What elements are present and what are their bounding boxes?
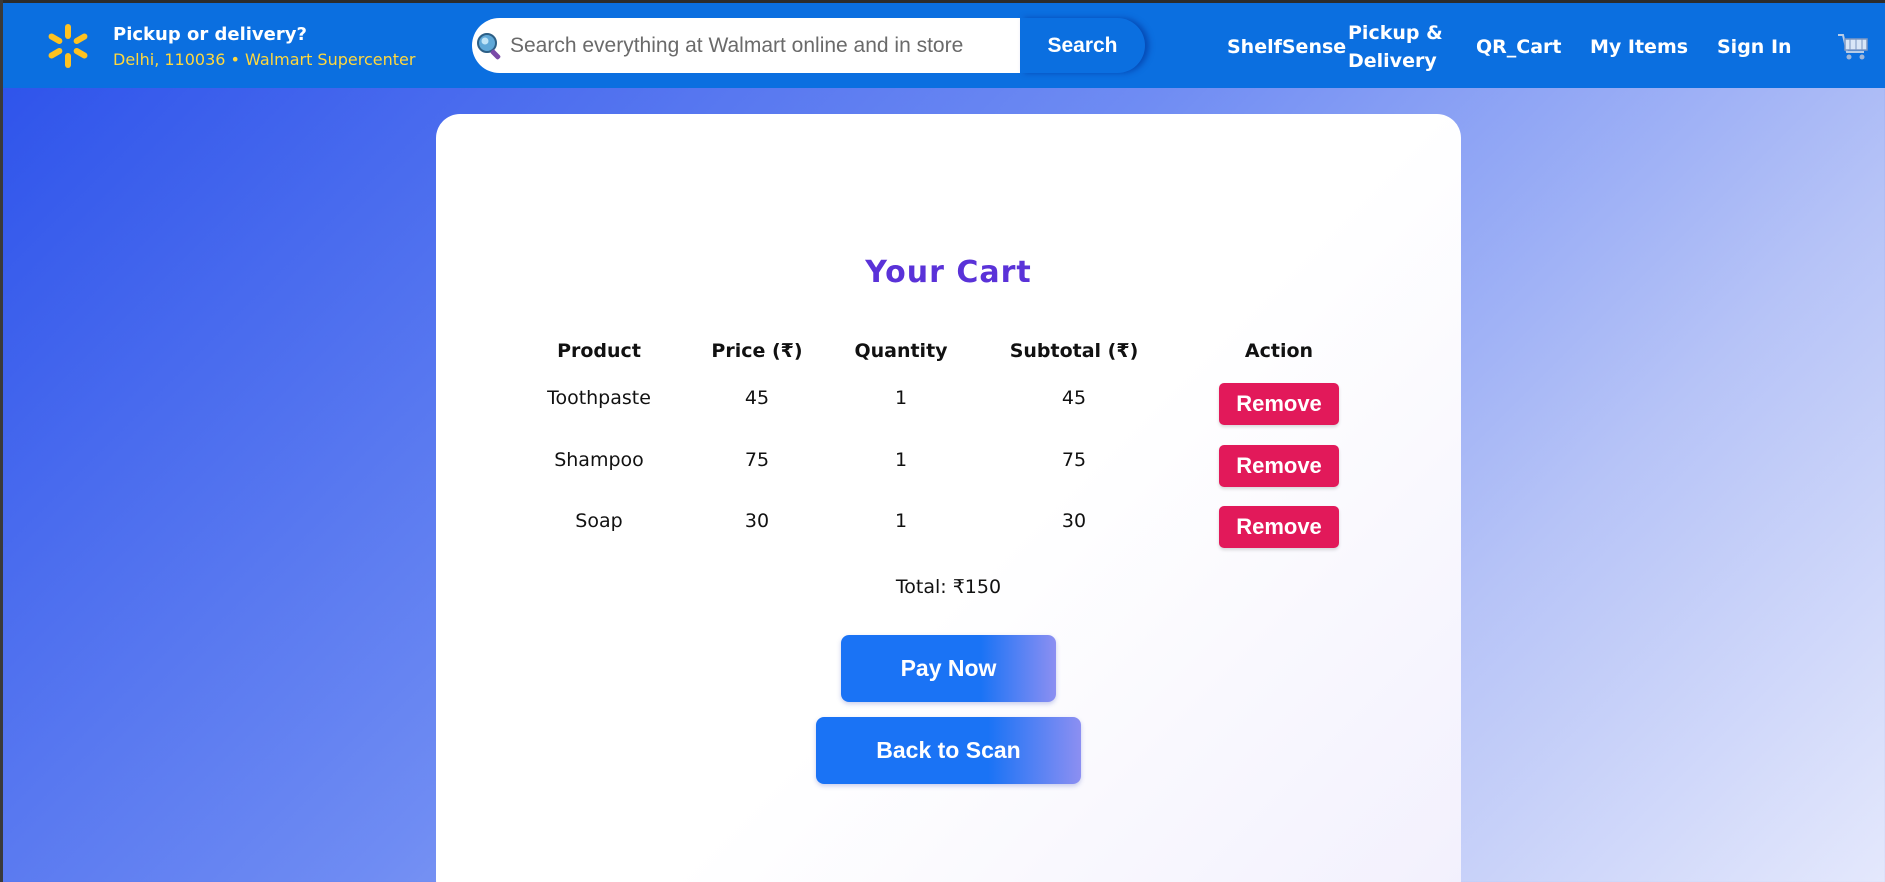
- cell-product: Soap: [575, 510, 623, 532]
- window-frame-left: [0, 0, 3, 882]
- walmart-spark-icon[interactable]: [44, 22, 92, 70]
- cell-price: 45: [744, 387, 770, 409]
- remove-button[interactable]: Remove: [1219, 506, 1339, 548]
- search-icon: [477, 33, 501, 60]
- nav-my-items[interactable]: My Items: [1590, 33, 1688, 61]
- search-input[interactable]: [510, 18, 1015, 73]
- cart-total: Total: ₹150: [895, 576, 1002, 598]
- column-header-action: Action: [1244, 340, 1314, 362]
- search-button[interactable]: Search: [1020, 18, 1145, 73]
- cell-quantity: 1: [894, 387, 908, 409]
- cell-subtotal: 30: [1061, 510, 1087, 532]
- cell-quantity: 1: [894, 449, 908, 471]
- cell-product: Toothpaste: [547, 387, 651, 409]
- nav-pickup-delivery[interactable]: Pickup & Delivery: [1348, 19, 1443, 75]
- cell-quantity: 1: [894, 510, 908, 532]
- location-store[interactable]: Delhi, 110036 • Walmart Supercenter: [113, 50, 415, 69]
- column-header-quantity: Quantity: [854, 340, 948, 362]
- window-frame-top: [0, 0, 1885, 3]
- cell-price: 30: [744, 510, 770, 532]
- nav-shelfsense[interactable]: ShelfSense: [1227, 33, 1346, 61]
- page-title: Your Cart: [865, 255, 1032, 290]
- cell-product: Shampoo: [554, 449, 644, 471]
- cell-subtotal: 45: [1061, 387, 1087, 409]
- column-header-product: Product: [557, 340, 641, 362]
- cart-card: Your Cart Product Price (₹) Quantity Sub…: [436, 114, 1461, 882]
- cell-price: 75: [744, 449, 770, 471]
- nav-sign-in[interactable]: Sign In: [1717, 33, 1792, 61]
- cell-subtotal: 75: [1061, 449, 1087, 471]
- remove-button[interactable]: Remove: [1219, 383, 1339, 425]
- location-title[interactable]: Pickup or delivery?: [113, 24, 307, 45]
- remove-button[interactable]: Remove: [1219, 445, 1339, 487]
- nav-pickup-line2: Delivery: [1348, 50, 1437, 72]
- shopping-cart-icon[interactable]: [1836, 32, 1870, 62]
- top-header: Pickup or delivery? Delhi, 110036 • Walm…: [0, 0, 1885, 88]
- column-header-price: Price (₹): [711, 340, 803, 362]
- column-header-subtotal: Subtotal (₹): [1009, 340, 1139, 362]
- nav-pickup-line1: Pickup &: [1348, 22, 1443, 44]
- nav-qr-cart[interactable]: QR_Cart: [1476, 33, 1562, 61]
- back-to-scan-button[interactable]: Back to Scan: [816, 717, 1081, 784]
- pay-now-button[interactable]: Pay Now: [841, 635, 1056, 702]
